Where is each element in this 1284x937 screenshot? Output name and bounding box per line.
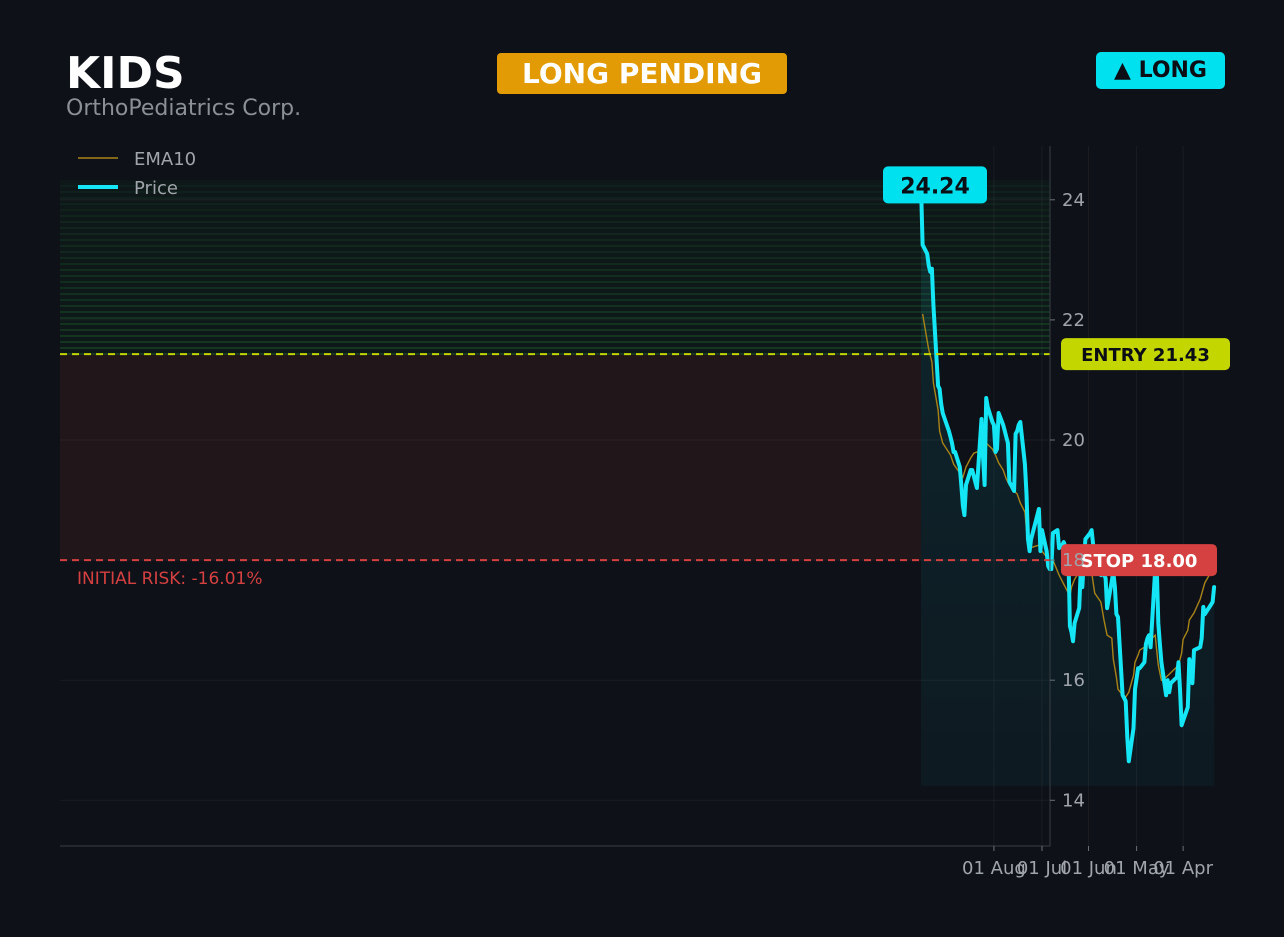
- legend-ema10-label: EMA10: [134, 149, 196, 170]
- y-tick-label: 22: [1062, 310, 1085, 331]
- y-tick-label: 16: [1062, 670, 1085, 691]
- y-tick-label: 14: [1062, 790, 1085, 811]
- target-zone: [60, 180, 1050, 355]
- target-zone-fill: [60, 180, 1050, 355]
- last-price-tag: 24.24: [883, 166, 987, 204]
- x-tick-label: 01 Jun: [1060, 858, 1117, 879]
- entry-tag: ENTRY 21.43: [1061, 338, 1230, 371]
- legend-price-label: Price: [134, 178, 178, 199]
- entry-tag-label: ENTRY 21.43: [1081, 345, 1210, 366]
- risk-label: INITIAL RISK: -16.01%: [77, 569, 263, 589]
- y-tick-label: 24: [1062, 190, 1085, 211]
- stop-tag-label: STOP 18.00: [1081, 551, 1198, 572]
- last-price-label: 24.24: [900, 174, 970, 199]
- risk-zone: [60, 354, 922, 561]
- x-tick-label: 01 Aug: [962, 858, 1026, 879]
- price-chart: 24.24 ENTRY 21.43 STOP 18.00 INITIAL RISK:…: [60, 146, 1230, 879]
- y-tick-label: 20: [1062, 430, 1085, 451]
- y-tick-label: 18: [1062, 550, 1085, 571]
